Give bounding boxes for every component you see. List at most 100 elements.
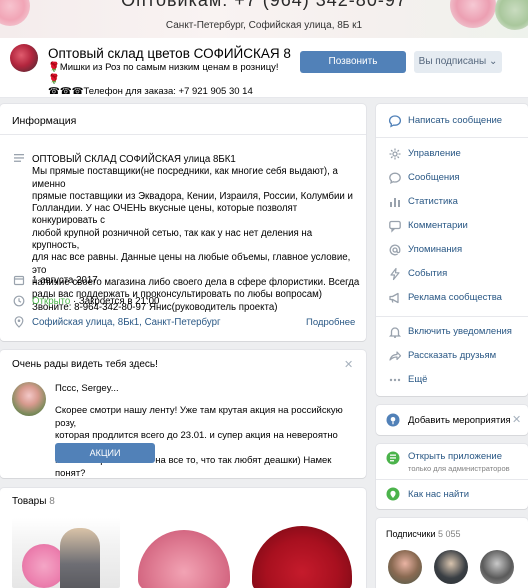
product-image [138, 530, 230, 588]
avatar[interactable] [434, 550, 468, 584]
bar-chart-icon [390, 198, 400, 207]
product-item[interactable] [130, 518, 238, 588]
write-message-label: Написать сообщение [408, 115, 503, 126]
divider [376, 316, 528, 317]
sidebar-item-events[interactable]: События [376, 262, 528, 286]
cover-image: Оптовикам: +7 (964) 342-80-97 Санкт-Пете… [0, 0, 528, 38]
sidebar-item-mentions[interactable]: Упоминания [376, 238, 528, 262]
subscribers-heading[interactable]: Подписчики 5 055 [386, 529, 461, 539]
products-card: Товары 8 [0, 488, 366, 588]
open-app-link[interactable]: Открыть приложение [408, 451, 502, 462]
status-line: ☎☎☎Телефон для заказа: +7 921 905 30 14 [48, 86, 253, 97]
notifications-toggle[interactable]: Включить уведомления [376, 320, 528, 344]
subscribers-label: Подписчики [386, 529, 436, 539]
tell-friends-button[interactable]: Рассказать друзьям [376, 344, 528, 368]
add-event-card[interactable]: Добавить мероприятия ✕ [376, 405, 528, 435]
app-icon [386, 451, 400, 465]
subscribed-label: Вы подписаны [418, 56, 487, 67]
post-author-avatar[interactable] [12, 382, 46, 416]
more-dots-icon [389, 378, 401, 382]
directions-link[interactable]: Как нас найти [408, 489, 469, 500]
post-author: Пссс, Sergey... [55, 383, 119, 394]
comment-icon [389, 220, 401, 233]
description-line: Мы прямые поставщики(не посредники, как … [32, 166, 338, 190]
message-bubble-icon [388, 115, 402, 128]
pinned-post-card: Очень рады видеть тебя здесь! ✕ Пссс, Se… [0, 350, 366, 478]
info-heading: Информация [12, 115, 77, 127]
sidebar-item-label: Статистика [408, 196, 458, 207]
product-item[interactable] [248, 518, 356, 588]
group-description: ОПТОВЫЙ СКЛАД СОФИЙСКАЯ улица 8БК1 Мы пр… [32, 154, 362, 314]
open-status: Открыто [32, 296, 71, 307]
sidebar-item-comments[interactable]: Комментарии [376, 214, 528, 238]
post-heading: Очень рады видеть тебя здесь! [12, 359, 158, 370]
sidebar-item-label: Упоминания [408, 244, 463, 255]
location-pin-icon [14, 316, 24, 328]
notifications-label: Включить уведомления [408, 326, 512, 337]
description-icon [14, 154, 24, 162]
subscribers-card: Подписчики 5 055 [376, 518, 528, 588]
sidebar-item-label: Реклама сообщества [408, 292, 502, 303]
product-item[interactable] [12, 518, 120, 588]
subscribed-button[interactable]: Вы подписаны ⌄ [414, 51, 502, 73]
tell-friends-label: Рассказать друзьям [408, 350, 497, 361]
event-pin-icon [386, 413, 400, 427]
close-icon[interactable]: ✕ [344, 358, 353, 371]
gear-icon [389, 148, 401, 160]
opening-hours: Открыто · Закроется в 21:00 [32, 296, 159, 307]
address-link[interactable]: Софийская улица, 8Бк1, Санкт-Петербург [32, 317, 221, 328]
sidebar-item-messages[interactable]: Сообщения [376, 166, 528, 190]
sidebar-item-statistics[interactable]: Статистика [376, 190, 528, 214]
details-link[interactable]: Подробнее [306, 317, 355, 328]
description-line: ОПТОВЫЙ СКЛАД СОФИЙСКАЯ улица 8БК1 [32, 154, 236, 165]
products-label: Товары [12, 496, 47, 507]
at-sign-icon [389, 244, 401, 256]
app-card: Открыть приложение только для администра… [376, 444, 528, 509]
sidebar-item-ads[interactable]: Реклама сообщества [376, 286, 528, 310]
share-icon [389, 351, 402, 361]
subscribers-count: 5 055 [438, 529, 461, 539]
description-line: Голландии. У нас ОЧЕНЬ вкусные цены, кот… [32, 203, 298, 227]
divider [0, 134, 366, 135]
close-time: · Закроется в 21:00 [72, 296, 160, 307]
map-pin-icon [386, 487, 400, 501]
products-count: 8 [49, 496, 55, 507]
product-image [60, 528, 100, 588]
status-line: 🌹Мишки из Роз по самым низким ценам в ро… [48, 62, 279, 85]
avatar[interactable] [388, 550, 422, 584]
megaphone-icon [389, 292, 399, 304]
messages-icon [389, 172, 401, 184]
cover-address: Санкт-Петербург, Софийская улица, 8Б к1 [165, 20, 363, 31]
divider [376, 479, 528, 480]
info-card: Информация ОПТОВЫЙ СКЛАД СОФИЙСКАЯ улица… [0, 104, 366, 341]
product-image [252, 526, 352, 588]
more-label: Ещё [408, 374, 428, 385]
app-subtitle: только для администраторов [408, 464, 510, 473]
close-icon[interactable]: ✕ [512, 413, 521, 426]
call-button[interactable]: Позвонить [300, 51, 406, 73]
cover-phone: Оптовикам: +7 (964) 342-80-97 [121, 0, 407, 10]
promotions-button[interactable]: АКЦИИ [55, 443, 155, 463]
post-text-line: Скорее смотри нашу ленту! Уже там крутая… [55, 405, 343, 429]
products-heading[interactable]: Товары 8 [12, 496, 55, 507]
lightning-icon [390, 267, 400, 281]
description-line: прямые поставщики из Эквадора, Кении, Из… [32, 190, 353, 202]
sidebar-item-manage[interactable]: Управление [376, 142, 528, 166]
write-message-button[interactable]: Написать сообщение [376, 109, 528, 133]
group-status: 🌹Мишки из Роз по самым низким ценам в ро… [48, 62, 288, 98]
bell-icon [388, 327, 402, 338]
add-event-label: Добавить мероприятия [408, 415, 511, 426]
sidebar-item-label: Комментарии [408, 220, 468, 231]
sidebar-item-label: События [408, 268, 448, 279]
calendar-icon [13, 275, 25, 286]
post-text: Скорее смотри нашу ленту! Уже там крутая… [55, 405, 355, 478]
sidebar-item-label: Сообщения [408, 172, 460, 183]
description-line: для нас все равны. Данные цены на любые … [32, 252, 351, 276]
sidebar-actions: Написать сообщение Управление Сообщения … [376, 104, 528, 396]
founded-date: 1 августа 2017 [32, 275, 98, 286]
avatar[interactable] [480, 550, 514, 584]
divider [376, 137, 528, 138]
group-avatar[interactable] [10, 44, 38, 72]
sidebar-item-label: Управление [408, 148, 461, 159]
more-button[interactable]: Ещё [376, 368, 528, 392]
